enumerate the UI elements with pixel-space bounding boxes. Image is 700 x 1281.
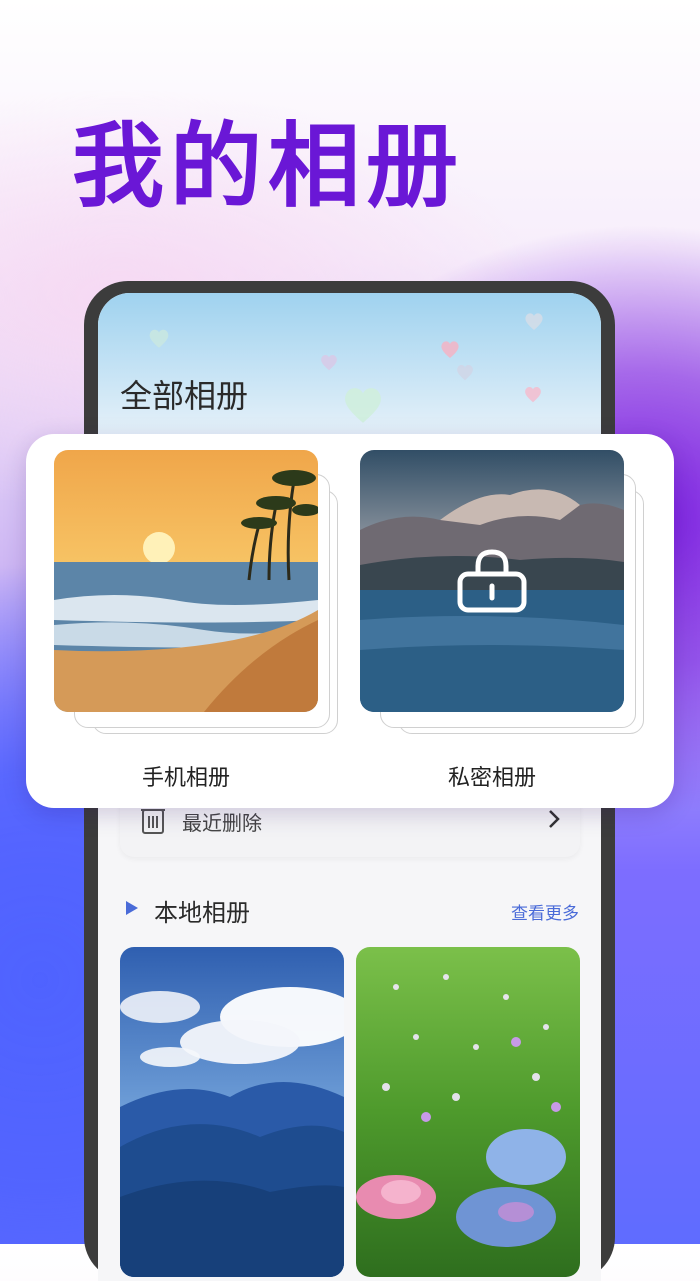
album-phone[interactable]: 手机相册: [54, 450, 344, 791]
album-panel: 手机相册 私密相册: [26, 434, 674, 808]
heart-icon: [525, 313, 543, 330]
section-title: 本地相册: [154, 899, 250, 927]
local-album-header: 本地相册 查看更多: [120, 889, 579, 929]
album-cover-beach: [54, 450, 318, 712]
heart-icon: [321, 354, 337, 371]
heart-icon: [441, 341, 459, 358]
heart-icon: [345, 388, 381, 423]
album-label: 手机相册: [141, 766, 230, 791]
chevron-right-icon: [549, 810, 560, 828]
album-label: 私密相册: [447, 766, 536, 791]
page-title: 我的相册: [72, 113, 465, 220]
play-marker-icon: [126, 901, 138, 915]
album-private[interactable]: 私密相册: [360, 450, 650, 791]
screen-title: 全部相册: [120, 377, 249, 415]
album-cover-lake: [360, 450, 624, 712]
heart-icon: [149, 329, 169, 348]
recent-deleted-label: 最近删除: [182, 811, 262, 835]
local-photo-mountains[interactable]: [120, 947, 344, 1277]
lock-icon: [457, 549, 527, 613]
screen-header: [98, 293, 601, 443]
heart-icon: [457, 364, 473, 381]
local-photo-flowers[interactable]: [356, 947, 580, 1277]
trash-icon: [141, 809, 165, 834]
heart-icon: [525, 386, 541, 403]
see-more-link[interactable]: 查看更多: [511, 899, 579, 924]
